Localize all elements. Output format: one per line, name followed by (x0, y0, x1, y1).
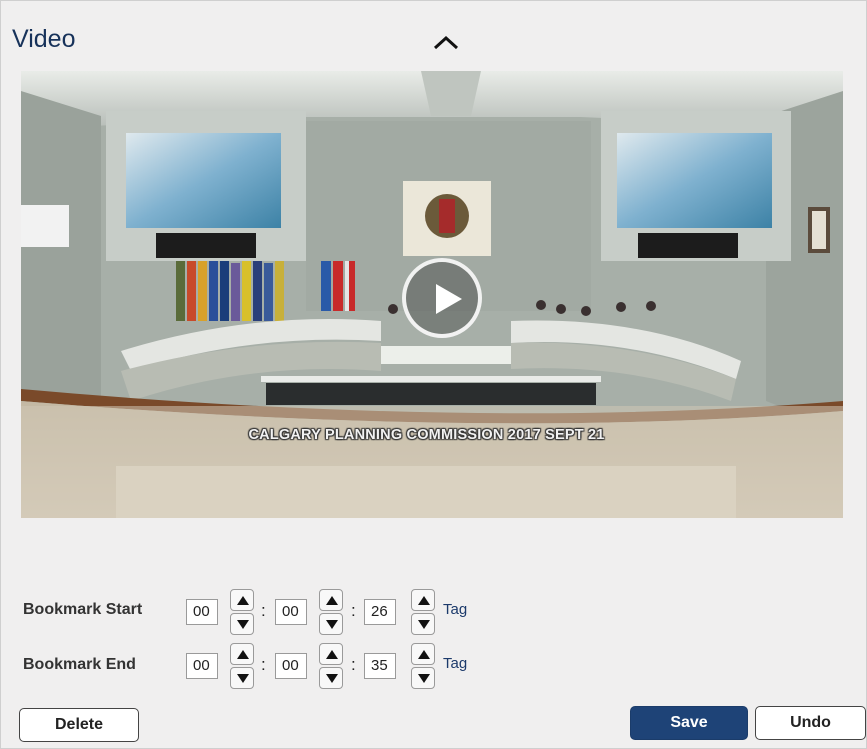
decrement-button[interactable] (319, 667, 343, 689)
panel-title: Video (12, 25, 76, 53)
time-separator: : (351, 655, 356, 674)
delete-button[interactable]: Delete (19, 708, 139, 742)
bookmark-end-minutes-input[interactable]: 00 (275, 653, 307, 679)
bookmark-end-hours-input[interactable]: 00 (186, 653, 218, 679)
bookmark-end-seconds-input[interactable]: 35 (364, 653, 396, 679)
increment-button[interactable] (319, 589, 343, 611)
bookmark-end-minutes-stepper[interactable] (319, 643, 343, 689)
play-icon (436, 284, 462, 314)
arrow-up-icon (326, 650, 338, 659)
increment-button[interactable] (230, 589, 254, 611)
decrement-button[interactable] (230, 667, 254, 689)
arrow-down-icon (237, 674, 249, 683)
time-separator: : (261, 655, 266, 674)
arrow-down-icon (418, 674, 430, 683)
increment-button[interactable] (230, 643, 254, 665)
bookmark-end-tag-link[interactable]: Tag (443, 655, 467, 672)
bookmark-end-label: Bookmark End (23, 656, 136, 673)
decrement-button[interactable] (230, 613, 254, 635)
bookmark-start-tag-link[interactable]: Tag (443, 601, 467, 618)
bookmark-end-hours-stepper[interactable] (230, 643, 254, 689)
video-panel: Video CALGARY PLANNING COMMISSION 2017 S… (0, 0, 867, 749)
increment-button[interactable] (411, 589, 435, 611)
arrow-up-icon (418, 650, 430, 659)
bookmark-start-minutes-stepper[interactable] (319, 589, 343, 635)
time-separator: : (261, 601, 266, 620)
increment-button[interactable] (319, 643, 343, 665)
arrow-up-icon (418, 596, 430, 605)
arrow-down-icon (326, 674, 338, 683)
chevron-up-icon (433, 35, 459, 50)
collapse-button[interactable] (431, 31, 461, 53)
bookmark-end-seconds-stepper[interactable] (411, 643, 435, 689)
play-button[interactable] (402, 258, 482, 338)
arrow-down-icon (326, 620, 338, 629)
bookmark-start-seconds-input[interactable]: 26 (364, 599, 396, 625)
bookmark-start-label: Bookmark Start (23, 601, 143, 618)
save-button[interactable]: Save (630, 706, 748, 740)
increment-button[interactable] (411, 643, 435, 665)
decrement-button[interactable] (411, 613, 435, 635)
arrow-up-icon (237, 650, 249, 659)
arrow-up-icon (326, 596, 338, 605)
arrow-down-icon (237, 620, 249, 629)
bookmark-start-seconds-stepper[interactable] (411, 589, 435, 635)
bookmark-start-minutes-input[interactable]: 00 (275, 599, 307, 625)
arrow-down-icon (418, 620, 430, 629)
bookmark-start-hours-input[interactable]: 00 (186, 599, 218, 625)
time-separator: : (351, 601, 356, 620)
video-player[interactable]: CALGARY PLANNING COMMISSION 2017 SEPT 21 (21, 71, 843, 518)
decrement-button[interactable] (411, 667, 435, 689)
undo-button[interactable]: Undo (755, 706, 866, 740)
arrow-up-icon (237, 596, 249, 605)
video-caption: CALGARY PLANNING COMMISSION 2017 SEPT 21 (248, 427, 605, 443)
decrement-button[interactable] (319, 613, 343, 635)
bookmark-start-hours-stepper[interactable] (230, 589, 254, 635)
